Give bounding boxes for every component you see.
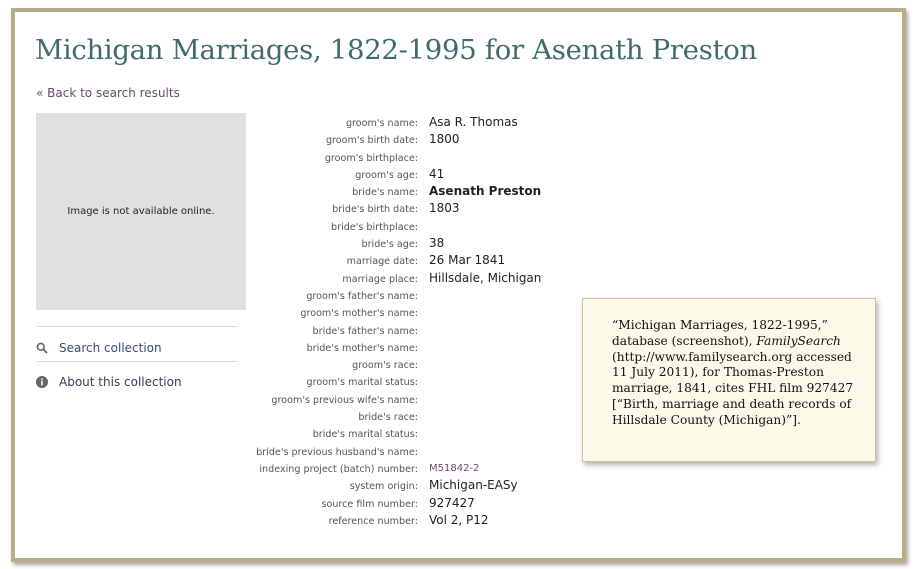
record-label: bride's father's name: <box>312 325 418 337</box>
record-label: bride's age: <box>361 239 418 251</box>
record-label: bride's mother's name: <box>306 342 418 354</box>
citation-note: “Michigan Marriages, 1822-1995,” databas… <box>582 298 876 462</box>
record-label: system origin: <box>349 481 418 493</box>
image-placeholder: Image is not available online. <box>36 113 246 310</box>
record-label: marriage date: <box>346 256 418 268</box>
record-label: groom's marital status: <box>306 377 419 389</box>
page-title: Michigan Marriages, 1822-1995 for Asenat… <box>35 34 757 66</box>
citation-source-name: FamilySearch <box>756 333 841 348</box>
record-value: 26 Mar 1841 <box>429 253 506 268</box>
citation-text-2: (http://www.familysearch.org accessed 11… <box>612 349 854 427</box>
record-value: 1800 <box>429 132 460 147</box>
search-collection-label: Search collection <box>59 341 162 355</box>
divider <box>36 361 237 362</box>
record-label: groom's father's name: <box>306 290 418 302</box>
back-to-results-link[interactable]: « Back to search results <box>36 86 180 100</box>
record-label: groom's previous wife's name: <box>271 394 418 406</box>
record-value: 41 <box>429 166 445 181</box>
search-icon <box>36 342 48 354</box>
record-label: groom's age: <box>355 169 418 181</box>
about-collection-label: About this collection <box>59 375 182 389</box>
about-collection-link[interactable]: About this collection <box>36 375 182 389</box>
record-value: 927427 <box>429 495 475 510</box>
record-label: source film number: <box>321 498 418 510</box>
record-label: groom's mother's name: <box>300 308 418 320</box>
search-collection-link[interactable]: Search collection <box>36 341 162 355</box>
record-value-link[interactable]: M51842-2 <box>429 463 479 474</box>
record-value: Michigan-EASy <box>429 478 518 493</box>
record-label: bride's birth date: <box>332 204 418 216</box>
record-label: bride's birthplace: <box>331 221 418 233</box>
record-label: indexing project (batch) number: <box>259 463 418 475</box>
record-value: Asa R. Thomas <box>429 115 518 129</box>
record-value: Vol 2, P12 <box>429 512 489 527</box>
record-value: 1803 <box>429 201 460 216</box>
record-label: groom's birth date: <box>325 135 418 147</box>
record-label: bride's previous husband's name: <box>256 446 418 458</box>
record-value: 38 <box>429 236 445 251</box>
record-value: Asenath Preston <box>429 184 542 199</box>
record-label: marriage place: <box>342 273 418 285</box>
record-label: groom's birthplace: <box>324 152 418 164</box>
record-label: groom's name: <box>345 118 418 129</box>
record-value: Hillsdale, Michigan <box>429 270 542 285</box>
record-label: bride's race: <box>358 412 418 424</box>
divider <box>36 326 237 327</box>
record-label: reference number: <box>328 515 418 527</box>
info-icon <box>36 376 48 388</box>
image-unavailable-message: Image is not available online. <box>67 206 215 217</box>
page-frame: Michigan Marriages, 1822-1995 for Asenat… <box>11 8 906 562</box>
record-label: bride's name: <box>352 187 418 199</box>
record-label: bride's marital status: <box>312 429 418 441</box>
record-label: groom's race: <box>352 360 418 372</box>
